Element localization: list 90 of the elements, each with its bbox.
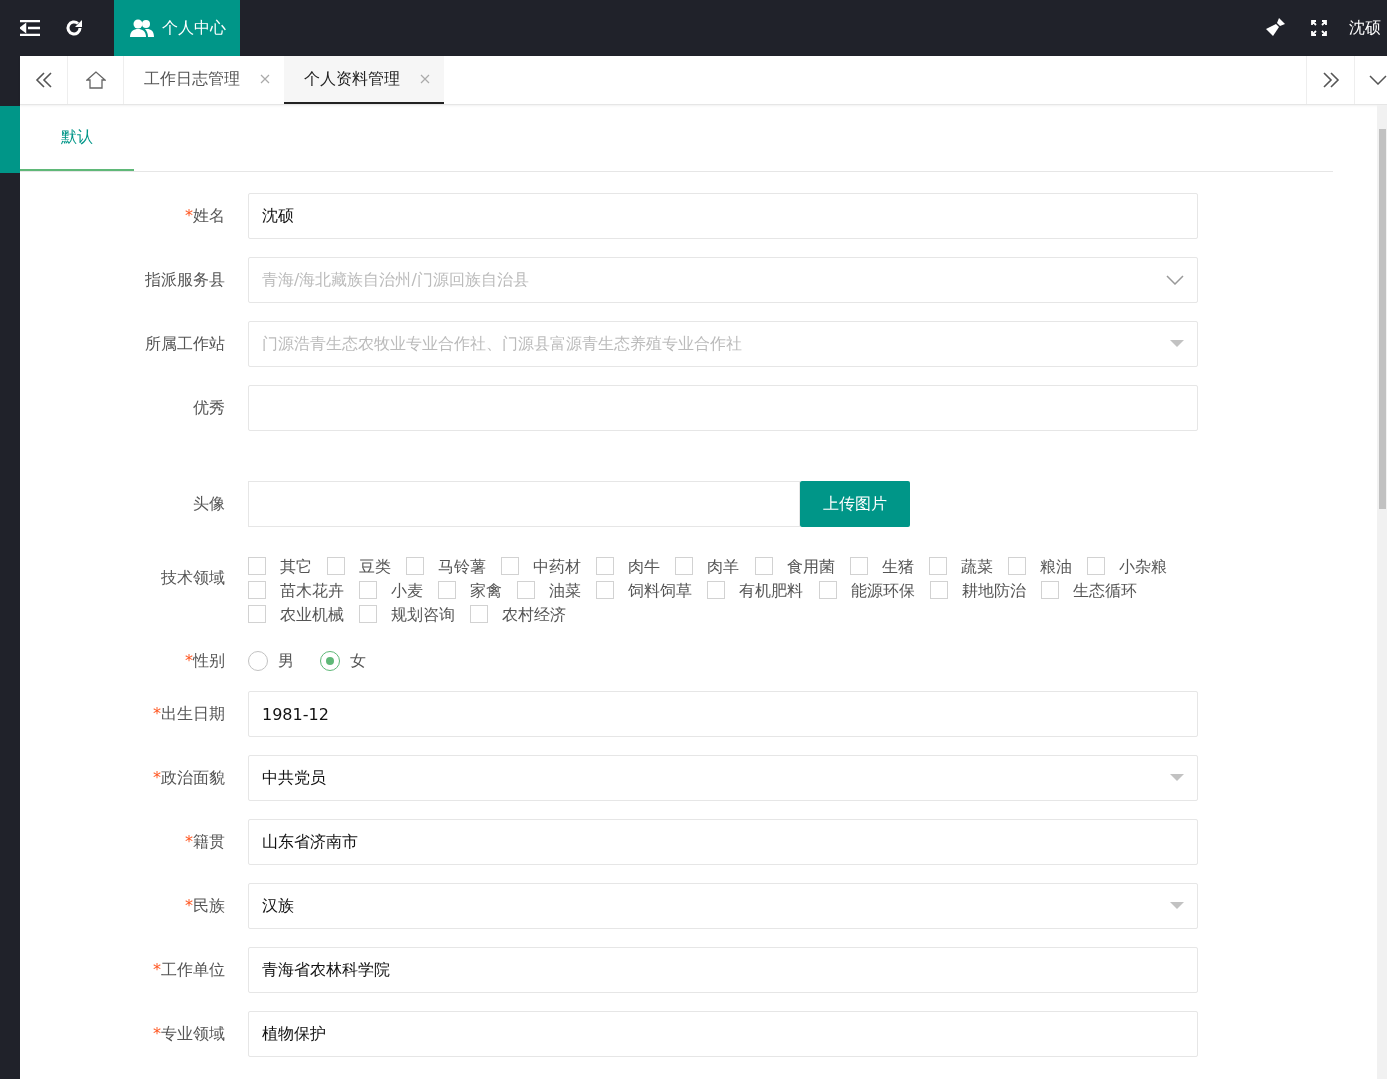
checkbox-label: 小麦 [391, 581, 424, 600]
checkbox-label: 饲料饲草 [628, 581, 693, 600]
required-mark: * [153, 704, 161, 723]
checkbox[interactable] [248, 581, 266, 599]
checkbox-label: 肉牛 [628, 557, 661, 576]
section-tab[interactable]: 默认 [20, 105, 134, 171]
input-field[interactable]: 山东省济南市 [248, 819, 1198, 865]
input-field[interactable]: 沈硕 [248, 193, 1198, 239]
checkbox-label: 规划咨询 [391, 605, 456, 624]
field-label: *出生日期 [152, 703, 226, 725]
input-field[interactable] [248, 481, 800, 527]
dropdown-triangle-icon [1170, 902, 1184, 910]
checkbox-label: 马铃薯 [438, 557, 487, 576]
checkbox[interactable] [754, 557, 773, 575]
checkbox-label: 耕地防治 [961, 581, 1026, 600]
checkbox-label: 油菜 [549, 581, 582, 600]
required-mark: * [153, 1024, 161, 1043]
checkbox[interactable] [596, 557, 615, 575]
input-field[interactable] [248, 385, 1198, 431]
field-label: 技术领域 [160, 567, 226, 589]
page-tab[interactable]: 个人资料管理 [284, 56, 444, 104]
checkbox[interactable] [675, 557, 694, 575]
field-label: 头像 [192, 493, 226, 515]
required-mark: * [153, 768, 161, 787]
chevron-down-icon [1166, 275, 1184, 285]
checkbox[interactable] [501, 557, 520, 575]
checkbox[interactable] [929, 581, 948, 599]
required-mark: * [153, 960, 161, 979]
checkbox-label: 肉羊 [707, 557, 740, 576]
checkbox[interactable] [1007, 557, 1026, 575]
field-label: 优秀 [192, 397, 226, 419]
scrollbar[interactable] [1377, 105, 1387, 1079]
checkbox[interactable] [1040, 581, 1059, 599]
field-label: 指派服务县 [144, 269, 226, 291]
checkbox-label: 小杂粮 [1118, 557, 1167, 576]
field-label: *民族 [184, 895, 226, 917]
checkbox[interactable] [248, 557, 266, 575]
dropdown-triangle-icon [1170, 340, 1184, 348]
required-mark: * [185, 832, 193, 851]
checkbox-label: 生态循环 [1072, 581, 1137, 600]
checkbox[interactable] [707, 581, 726, 599]
field-label: 所属工作站 [144, 333, 226, 355]
required-mark: * [185, 206, 193, 225]
select-field[interactable]: 汉族 [248, 883, 1198, 929]
checkbox[interactable] [327, 557, 346, 575]
checkbox[interactable] [1086, 557, 1105, 575]
checkbox[interactable] [928, 557, 947, 575]
checkbox[interactable] [849, 557, 868, 575]
radio-label: 女 [350, 650, 366, 672]
checkbox-label: 粮油 [1039, 557, 1072, 576]
radio-label: 男 [278, 650, 294, 672]
checkbox-label: 苗木花卉 [280, 581, 344, 600]
module-tab[interactable]: 个人中心 [114, 0, 240, 56]
required-mark: * [185, 896, 193, 915]
checkbox[interactable] [517, 581, 536, 599]
users-icon [130, 19, 154, 37]
field-label: *专业领域 [152, 1023, 226, 1045]
dropdown-triangle-icon [1170, 774, 1184, 782]
field-label: *工作单位 [152, 959, 226, 981]
upload-button[interactable]: 上传图片 [800, 481, 910, 527]
checkbox[interactable] [470, 605, 489, 623]
checkbox-label: 豆类 [359, 557, 392, 576]
checkbox-label: 生猪 [881, 557, 914, 576]
page-tab[interactable]: 工作日志管理 [124, 56, 284, 104]
required-mark: * [185, 651, 193, 670]
checkbox[interactable] [248, 605, 266, 623]
field-label: *性别 [184, 650, 226, 672]
input-field[interactable]: 1981-12 [248, 691, 1198, 737]
input-field[interactable]: 植物保护 [248, 1011, 1198, 1057]
checkbox-label: 农业机械 [280, 605, 344, 624]
checkbox[interactable] [438, 581, 457, 599]
checkbox-label: 家禽 [470, 581, 503, 600]
field-label: *籍贯 [184, 831, 226, 853]
checkbox[interactable] [359, 605, 378, 623]
user-name[interactable]: 沈硕 [1349, 17, 1381, 39]
checkbox-label: 有机肥料 [739, 581, 804, 600]
checkbox-label: 能源环保 [850, 581, 915, 600]
checkbox[interactable] [406, 557, 425, 575]
field-label: *政治面貌 [152, 767, 226, 789]
checkbox-label: 中药材 [533, 557, 582, 576]
input-field[interactable]: 青海省农林科学院 [248, 947, 1198, 993]
checkbox-label: 食用菌 [786, 557, 835, 576]
field-label: *姓名 [184, 205, 226, 227]
checkbox-label: 其它 [280, 557, 312, 576]
checkbox-label: 农村经济 [502, 605, 567, 624]
checkbox[interactable] [596, 581, 615, 599]
checkbox-label: 蔬菜 [960, 557, 993, 576]
select-field[interactable]: 中共党员 [248, 755, 1198, 801]
checkbox[interactable] [359, 581, 378, 599]
checkbox[interactable] [818, 581, 837, 599]
